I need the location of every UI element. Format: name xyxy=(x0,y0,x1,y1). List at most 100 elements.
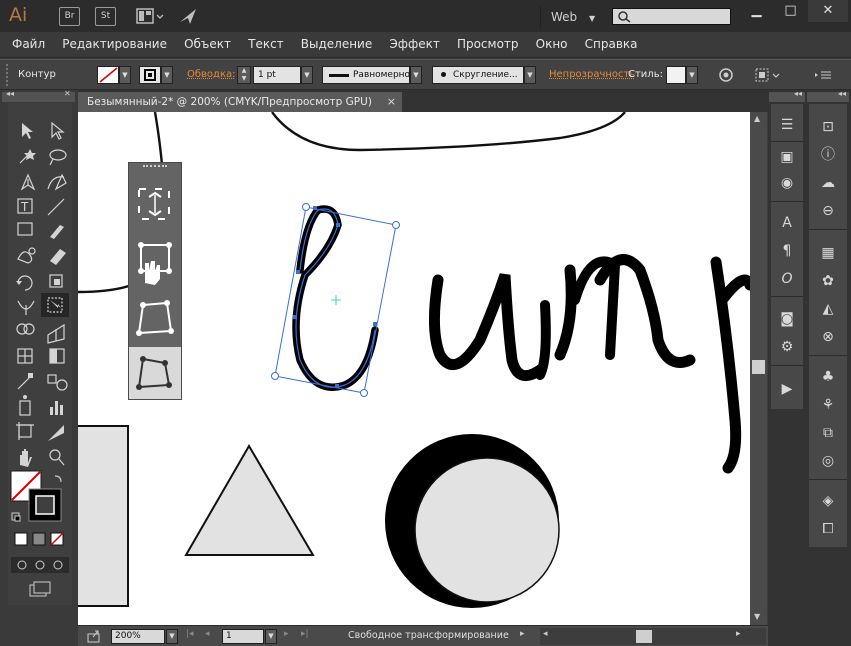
next-artboard-icon[interactable]: ▸ xyxy=(284,629,289,639)
paragraph-panel-icon[interactable]: ¶ xyxy=(774,240,800,262)
constrain-icon xyxy=(138,188,170,220)
tools-header[interactable]: ◂◂ ✕ xyxy=(2,89,75,102)
fill-dropdown[interactable]: ▼ xyxy=(119,66,131,84)
divider xyxy=(771,365,803,366)
artboard-dropdown[interactable]: ▼ xyxy=(265,629,277,644)
reference-point xyxy=(331,295,341,305)
horizontal-scroll-thumb[interactable] xyxy=(636,630,652,643)
stroke-swatch[interactable] xyxy=(139,66,161,84)
stroke-weight-dropdown[interactable]: ▼ xyxy=(301,66,313,84)
zoom-dropdown[interactable]: ▼ xyxy=(166,629,178,644)
graphic-style-dropdown[interactable]: ▼ xyxy=(686,66,698,84)
constrain-button[interactable] xyxy=(129,175,181,233)
color-panel-icon[interactable]: ◭ xyxy=(815,298,841,320)
share-icon[interactable] xyxy=(86,628,102,644)
gradient-panel-icon[interactable]: ▣ xyxy=(774,146,800,168)
cc-libraries-icon[interactable]: ☁ xyxy=(815,172,841,194)
vertical-scroll-thumb[interactable] xyxy=(752,360,765,374)
opacity-link[interactable]: Непрозрачность xyxy=(549,60,635,89)
last-artboard-icon[interactable]: ▸| xyxy=(301,629,309,639)
menu-file[interactable]: Файл xyxy=(12,32,45,56)
color-guide-icon[interactable]: ✿ xyxy=(815,270,841,292)
perspective-distort-button[interactable] xyxy=(129,291,181,345)
brushes-panel-icon[interactable]: ⚘ xyxy=(815,394,841,416)
zoom-field[interactable]: 200% xyxy=(111,629,165,644)
brush-dropdown[interactable]: ▼ xyxy=(524,66,536,84)
actions-play-icon[interactable]: ▶ xyxy=(774,378,800,400)
vertical-scrollbar[interactable]: ▲ ▼ xyxy=(750,112,767,625)
scroll-up-icon[interactable]: ▲ xyxy=(754,114,760,123)
sync-settings-button[interactable] xyxy=(176,6,200,26)
swatches-panel-icon[interactable]: ▦ xyxy=(815,242,841,264)
stroke-dropdown[interactable]: ▼ xyxy=(161,66,173,84)
recolor-artwork-button[interactable] xyxy=(716,66,736,84)
control-panel-menu[interactable] xyxy=(812,66,834,84)
selection-mode-label: Контур xyxy=(18,69,56,80)
grip-handle[interactable] xyxy=(6,64,10,86)
stock-button[interactable]: St xyxy=(95,7,116,26)
menu-select[interactable]: Выделение xyxy=(301,32,372,56)
panel-column-1: ☰ ▣ ◉ A ¶ O ◙ ⚙ ▶ xyxy=(771,104,803,409)
free-transform-mode-button[interactable] xyxy=(129,235,181,289)
stroke-swatch-icon xyxy=(144,69,156,81)
image-trace-icon[interactable]: ◙ xyxy=(774,308,800,330)
layers-menu-icon[interactable]: ☰ xyxy=(774,114,800,136)
panel-dock-header-1[interactable]: ◂◂ xyxy=(769,89,805,102)
artboards-panel-icon[interactable]: ⧉ xyxy=(815,422,841,444)
align-options-button[interactable] xyxy=(753,66,783,84)
character-panel-icon[interactable]: A xyxy=(774,212,800,234)
pathfinder-panel-icon[interactable]: ⧠ xyxy=(815,518,841,540)
minimize-button[interactable]: ▁ xyxy=(740,0,773,22)
symbols-panel-icon[interactable]: ♣ xyxy=(815,366,841,388)
horizontal-scrollbar[interactable]: ◂ ▸ xyxy=(540,628,766,645)
stroke-weight-stepper[interactable]: ▲ ▼ xyxy=(237,66,251,84)
profile-line-icon xyxy=(329,74,349,77)
fill-swatch[interactable] xyxy=(97,66,119,84)
appearance-panel-icon[interactable]: ⊗ xyxy=(815,326,841,348)
profile-dropdown[interactable]: ▼ xyxy=(410,66,422,84)
graphic-style-swatch[interactable] xyxy=(666,66,686,84)
free-transform-icon xyxy=(138,242,172,285)
stroke-panel-link[interactable]: Обводка: xyxy=(187,60,236,89)
scroll-down-icon[interactable]: ▼ xyxy=(754,612,760,621)
asset-export-icon[interactable]: ⚙ xyxy=(774,336,800,358)
info-panel-icon[interactable]: ⓘ xyxy=(815,144,841,166)
layers-panel-icon[interactable]: ◈ xyxy=(815,490,841,512)
status-menu-icon[interactable]: ▸ xyxy=(520,629,525,639)
artboard-number-field[interactable]: 1 xyxy=(222,629,264,644)
variable-width-profile[interactable]: Равномерно xyxy=(322,66,410,84)
widget-grip[interactable] xyxy=(143,165,167,169)
document-tab[interactable]: Безымянный-2* @ 200% (CMYK/Предпросмотр … xyxy=(78,92,402,112)
circle-inner xyxy=(414,457,560,603)
close-window-button[interactable]: ✕ xyxy=(808,0,848,22)
prev-artboard-icon[interactable]: ◂ xyxy=(205,629,210,639)
menu-object[interactable]: Объект xyxy=(184,32,231,56)
collapse-icon: ◂◂ xyxy=(837,89,846,98)
transform-panel-icon[interactable]: ⊡ xyxy=(815,116,841,138)
maximize-icon: □ xyxy=(784,3,797,18)
panel-dock-header-2[interactable]: ◂◂ xyxy=(807,89,849,102)
first-artboard-icon[interactable]: |◂ xyxy=(186,629,194,639)
stroke-weight-field[interactable]: 1 pt xyxy=(253,66,301,84)
brush-label: Скругление... xyxy=(453,70,518,80)
menu-view[interactable]: Просмотр xyxy=(457,32,519,56)
menu-edit[interactable]: Редактирование xyxy=(62,32,167,56)
bridge-button[interactable]: Br xyxy=(59,7,80,26)
menu-effect[interactable]: Эффект xyxy=(389,32,440,56)
scroll-left-icon[interactable]: ◂ xyxy=(543,629,548,639)
workspace-switcher[interactable]: Web ▼ xyxy=(540,6,603,28)
menu-help[interactable]: Справка xyxy=(585,32,638,56)
search-input[interactable] xyxy=(612,8,731,25)
scroll-right-icon[interactable]: ▸ xyxy=(736,629,741,639)
transparency-panel-icon[interactable]: ◉ xyxy=(774,172,800,194)
close-document-button[interactable]: × xyxy=(387,92,396,112)
links-panel-icon[interactable]: ⊖ xyxy=(815,200,841,222)
maximize-button[interactable]: □ xyxy=(774,0,807,22)
brush-definition[interactable]: Скругление... xyxy=(432,66,524,84)
stroke-panel-icon[interactable]: ◎ xyxy=(815,450,841,472)
opentype-panel-icon[interactable]: O xyxy=(774,268,800,290)
arrange-documents-button[interactable] xyxy=(136,7,164,26)
menu-window[interactable]: Окно xyxy=(536,32,568,56)
free-distort-button[interactable] xyxy=(129,347,181,399)
menu-type[interactable]: Текст xyxy=(248,32,284,56)
